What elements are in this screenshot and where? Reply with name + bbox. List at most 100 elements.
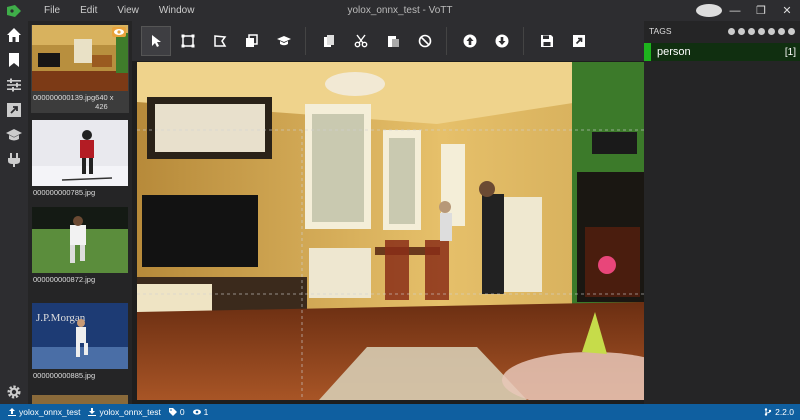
tag-count: [1] <box>784 46 796 58</box>
previous-asset-button[interactable] <box>455 26 485 56</box>
select-tool-button[interactable] <box>141 26 171 56</box>
settings-sliders-icon[interactable] <box>6 77 22 93</box>
help-icon: ? <box>696 4 722 17</box>
edit-tag-icon[interactable] <box>758 27 765 35</box>
pointer-icon <box>152 35 161 47</box>
paste-icon <box>388 36 399 47</box>
status-bar: yolox_onnx_test yolox_onnx_test 0 1 2.2.… <box>0 404 800 420</box>
lock-tag-icon[interactable] <box>748 27 755 35</box>
thumbnail-size: 640 x 426 <box>95 93 114 111</box>
move-tag-down-icon[interactable] <box>778 27 785 35</box>
toolbar-separator <box>446 27 447 55</box>
thumbnail-filename: 000000000785.jpg <box>33 188 96 197</box>
polygon-tool-button[interactable] <box>205 26 235 56</box>
tag-item-person[interactable]: person [1] <box>644 43 800 61</box>
status-visited-count: 1 <box>203 407 209 417</box>
toolbar-separator <box>523 27 524 55</box>
title-bar: File Edit View Window yolox_onnx_test - … <box>0 0 800 21</box>
cut-button[interactable] <box>346 26 376 56</box>
status-tagged-assets: 0 <box>168 407 185 417</box>
status-version: 2.2.0 <box>764 407 794 417</box>
rectangle-region-icon <box>181 34 195 48</box>
search-tag-icon[interactable] <box>738 27 745 35</box>
copy-button[interactable] <box>314 26 344 56</box>
git-branch-icon <box>764 408 772 416</box>
asset-thumbnail[interactable]: 000000000139.jpg 640 x 426 <box>31 25 129 113</box>
close-button[interactable]: ✕ <box>774 4 800 17</box>
copy-rectangle-button[interactable] <box>237 26 267 56</box>
move-tag-up-icon[interactable] <box>768 27 775 35</box>
scissors-icon <box>354 34 368 48</box>
export-project-button[interactable] <box>564 26 594 56</box>
active-learning-button[interactable] <box>269 26 299 56</box>
thumbnail-image <box>32 120 128 186</box>
status-target-name: yolox_onnx_test <box>99 407 161 417</box>
visited-eye-icon <box>112 27 126 37</box>
tag-icon <box>168 408 177 416</box>
status-target-connection[interactable]: yolox_onnx_test <box>88 407 161 417</box>
tag-actions <box>728 27 795 35</box>
copy-icon <box>324 35 334 47</box>
active-learning-icon[interactable] <box>6 127 22 143</box>
menu-file[interactable]: File <box>34 5 70 16</box>
menu-window[interactable]: Window <box>149 5 205 16</box>
minimize-button[interactable]: — <box>722 5 748 17</box>
upload-icon <box>8 408 16 416</box>
window-controls: ? — ❐ ✕ <box>696 0 800 21</box>
maximize-button[interactable]: ❐ <box>748 4 774 17</box>
asset-image <box>137 62 644 400</box>
paste-button[interactable] <box>378 26 408 56</box>
export-icon <box>573 35 585 47</box>
thumbnail-partial <box>32 395 128 404</box>
tags-title: TAGS <box>649 26 672 36</box>
tags-panel: TAGS person [1] <box>644 21 800 404</box>
menu-edit[interactable]: Edit <box>70 5 107 16</box>
asset-thumbnail[interactable]: 000000000785.jpg <box>31 120 129 199</box>
export-icon[interactable] <box>6 102 22 118</box>
thumbnail-filename: 000000000885.jpg <box>33 371 96 380</box>
tag-color-swatch <box>644 43 651 61</box>
thumbnail-filename: 000000000872.jpg <box>33 275 96 284</box>
asset-thumbnail-list: 000000000139.jpg 640 x 426 000000000785.j… <box>28 21 132 404</box>
rectangle-tool-button[interactable] <box>173 26 203 56</box>
left-navigation <box>0 21 28 404</box>
copy-region-icon <box>246 34 258 47</box>
thumbnail-image <box>32 25 128 91</box>
clear-regions-button[interactable] <box>410 26 440 56</box>
save-icon <box>541 35 553 47</box>
asset-thumbnail[interactable]: J.P.Morgan 000000000885.jpg <box>31 303 129 382</box>
connections-plug-icon[interactable] <box>6 152 22 168</box>
thumbnail-image: J.P.Morgan <box>32 303 128 369</box>
asset-thumbnail[interactable]: 000000000872.jpg <box>31 207 129 286</box>
menu-bar: File Edit View Window <box>34 5 204 16</box>
tag-name: person <box>657 46 691 58</box>
version-number: 2.2.0 <box>775 407 794 417</box>
thumbnail-filename: 000000000139.jpg <box>33 93 96 102</box>
graduation-cap-icon <box>277 36 291 46</box>
download-icon <box>88 408 97 416</box>
status-tag-count: 0 <box>179 407 185 417</box>
editor-toolbar <box>132 21 644 61</box>
arrow-circle-down-icon <box>495 34 509 48</box>
app-settings-gear-icon[interactable] <box>6 384 22 400</box>
bookmark-icon[interactable] <box>6 52 22 68</box>
eye-icon <box>192 409 201 415</box>
vott-logo-icon <box>7 4 21 17</box>
help-button[interactable]: ? <box>696 4 722 17</box>
toolbar-separator <box>305 27 306 55</box>
editor-canvas[interactable] <box>137 62 644 400</box>
add-tag-icon[interactable] <box>728 27 735 35</box>
status-project-name: yolox_onnx_test <box>19 407 81 417</box>
menu-view[interactable]: View <box>107 5 149 16</box>
delete-tag-icon[interactable] <box>788 27 795 35</box>
tags-header: TAGS <box>644 21 800 41</box>
arrow-circle-up-icon <box>463 34 477 48</box>
save-project-button[interactable] <box>532 26 562 56</box>
ban-icon <box>418 34 432 48</box>
next-asset-button[interactable] <box>487 26 517 56</box>
status-source-connection[interactable]: yolox_onnx_test <box>8 407 80 417</box>
polygon-region-icon <box>214 35 227 47</box>
home-icon[interactable] <box>6 27 22 43</box>
thumbnail-image <box>32 207 128 273</box>
status-visited-assets: 1 <box>192 407 209 417</box>
